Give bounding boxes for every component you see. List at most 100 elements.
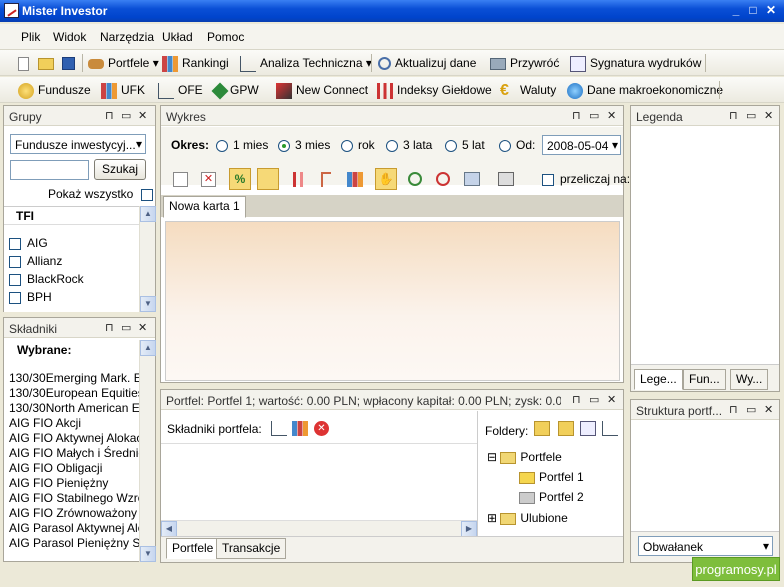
float-icon[interactable]: ▭ [121, 109, 131, 122]
radio-od[interactable]: Od: [499, 138, 535, 152]
close-button[interactable]: ✕ [763, 3, 779, 18]
float-icon[interactable]: ▭ [589, 393, 599, 406]
list-item[interactable]: 130/30Emerging Mark. Equ [9, 371, 139, 386]
close-icon[interactable]: ✕ [607, 393, 616, 406]
list-item[interactable]: AIG Parasol Pieniężny Subf [9, 536, 139, 551]
float-icon[interactable]: ▭ [746, 109, 756, 122]
aktualizuj-button[interactable]: Aktualizuj dane [378, 54, 476, 72]
bars-icon[interactable] [292, 421, 308, 436]
save-icon[interactable] [62, 54, 79, 72]
makro-button[interactable]: Dane makroekonomiczne [567, 81, 723, 99]
menu-widok[interactable]: Widok [53, 30, 86, 44]
float-icon[interactable]: ▭ [121, 321, 131, 334]
tab-legenda[interactable]: Lege... [634, 369, 683, 390]
new-file-icon[interactable] [18, 54, 33, 72]
pin-icon[interactable]: ⊓ [729, 109, 738, 122]
close-icon[interactable]: ✕ [607, 109, 616, 122]
struktura-select[interactable]: Obwałanek ▾ [638, 536, 773, 556]
list-item[interactable]: AIG Parasol Aktywnej Alok. [9, 521, 139, 536]
radio-1-mies[interactable]: 1 mies [216, 138, 268, 152]
pin-icon[interactable]: ⊓ [572, 109, 581, 122]
float-icon[interactable]: ▭ [589, 109, 599, 122]
list-item[interactable]: Allianz [9, 254, 139, 272]
radio-3-lata[interactable]: 3 lata [386, 138, 432, 152]
menu-pomoc[interactable]: Pomoc [207, 30, 244, 44]
menu-narzedzia[interactable]: Narzędzia [100, 30, 154, 44]
tab-fundusze[interactable]: Fun... [683, 369, 726, 390]
new-portfolio-icon[interactable] [558, 421, 574, 436]
tab-portfele[interactable]: Portfele [166, 538, 220, 559]
list-item[interactable]: 130/30European Equities D [9, 386, 139, 401]
list-item[interactable]: AIG FIO Pieniężny [9, 476, 139, 491]
newconnect-button[interactable]: New Connect [276, 81, 368, 99]
fundusze-button[interactable]: Fundusze [18, 81, 91, 99]
waluty-button[interactable]: € Waluty [500, 81, 556, 99]
pin-icon[interactable]: ⊓ [572, 393, 581, 406]
rankingi-button[interactable]: Rankingi [162, 54, 229, 72]
list-item[interactable]: BlackRock [9, 272, 139, 290]
gpw-button[interactable]: GPW [211, 81, 259, 100]
przywroc-button[interactable]: Przywróć [490, 54, 559, 72]
skladniki-scrollbar[interactable]: ▲ ▼ [139, 340, 156, 562]
bar-chart-icon[interactable] [347, 172, 363, 187]
zoom-out-icon[interactable] [436, 172, 450, 186]
tree-portfel-1[interactable]: Portfel 1 [519, 470, 584, 484]
h-scrollbar[interactable]: ◀ ▶ [161, 520, 477, 537]
tree-portfel-2[interactable]: Portfel 2 [519, 490, 584, 504]
list-item[interactable]: AIG FIO Obligacji [9, 461, 139, 476]
portfele-dropdown[interactable]: Portfele ▾ [88, 54, 159, 72]
list-item[interactable]: AIG FIO Stabilnego Wzrost [9, 491, 139, 506]
radio-rok[interactable]: rok [341, 138, 375, 152]
sygnatura-button[interactable]: Sygnatura wydruków [570, 54, 701, 72]
float-icon[interactable]: ▭ [746, 403, 756, 416]
open-folder-icon[interactable] [38, 54, 58, 72]
menu-plik[interactable]: Plik [21, 30, 40, 44]
radio-5-lat[interactable]: 5 lat [445, 138, 485, 152]
list-item[interactable]: AIG [9, 236, 139, 254]
percent-icon[interactable]: % [229, 168, 251, 190]
grupy-select[interactable]: Fundusze inwestycyj... ▾ [10, 134, 146, 154]
print-icon[interactable] [498, 172, 514, 186]
list-item[interactable]: 130/30North American Equ [9, 401, 139, 416]
ofe-button[interactable]: OFE [158, 81, 203, 99]
indeksy-button[interactable]: Indeksy Giełdowe [377, 81, 492, 99]
close-icon[interactable]: ✕ [138, 109, 147, 122]
list-item[interactable]: AIG FIO Aktywnej Alokacji [9, 431, 139, 446]
list-item[interactable]: AIG FIO Akcji [9, 416, 139, 431]
pin-icon[interactable]: ⊓ [729, 403, 738, 416]
tab-nowa-karta[interactable]: Nowa karta 1 [163, 196, 246, 218]
pin-icon[interactable]: ⊓ [105, 109, 114, 122]
close-icon[interactable]: ✕ [764, 403, 773, 416]
chart-area[interactable] [165, 221, 620, 381]
remove-icon[interactable]: ✕ [314, 421, 329, 436]
szukaj-button[interactable]: Szukaj [94, 159, 146, 180]
line-chart-icon[interactable] [257, 168, 279, 190]
tab-wykres[interactable]: Wy... [730, 369, 769, 390]
ufk-button[interactable]: UFK [101, 81, 145, 99]
list-item[interactable]: AIG FIO Zrównoważony No [9, 506, 139, 521]
minimize-button[interactable]: _ [728, 3, 744, 18]
list-item[interactable]: AIG FIO Małych i Średnich [9, 446, 139, 461]
chart-icon[interactable] [602, 421, 618, 436]
date-picker[interactable]: 2008-05-04 ▾ [542, 135, 621, 155]
list-item[interactable]: BPH [9, 290, 139, 308]
ohlc-icon[interactable] [321, 172, 331, 187]
delete-chart-icon[interactable]: ✕ [201, 172, 216, 187]
tree-ulubione[interactable]: ⊞ Ulubione [487, 511, 568, 525]
edit-icon[interactable] [580, 421, 596, 436]
candlestick-icon[interactable] [293, 172, 303, 187]
grupy-search-input[interactable] [10, 160, 89, 180]
zoom-in-icon[interactable] [408, 172, 422, 186]
tree-portfele[interactable]: ⊟ Portfele [487, 450, 562, 464]
close-icon[interactable]: ✕ [764, 109, 773, 122]
grupy-scrollbar[interactable]: ▲ ▼ [139, 206, 156, 312]
hand-icon[interactable]: ✋ [375, 168, 397, 190]
recalc-row[interactable]: przeliczaj na: [542, 172, 630, 186]
pin-icon[interactable]: ⊓ [105, 321, 114, 334]
maximize-button[interactable]: □ [745, 3, 761, 18]
zoom-fit-icon[interactable] [464, 172, 480, 186]
radio-3-mies[interactable]: 3 mies [278, 138, 330, 152]
menu-uklad[interactable]: Układ [162, 30, 193, 44]
chart-icon[interactable] [271, 421, 287, 436]
new-chart-icon[interactable] [173, 172, 188, 187]
